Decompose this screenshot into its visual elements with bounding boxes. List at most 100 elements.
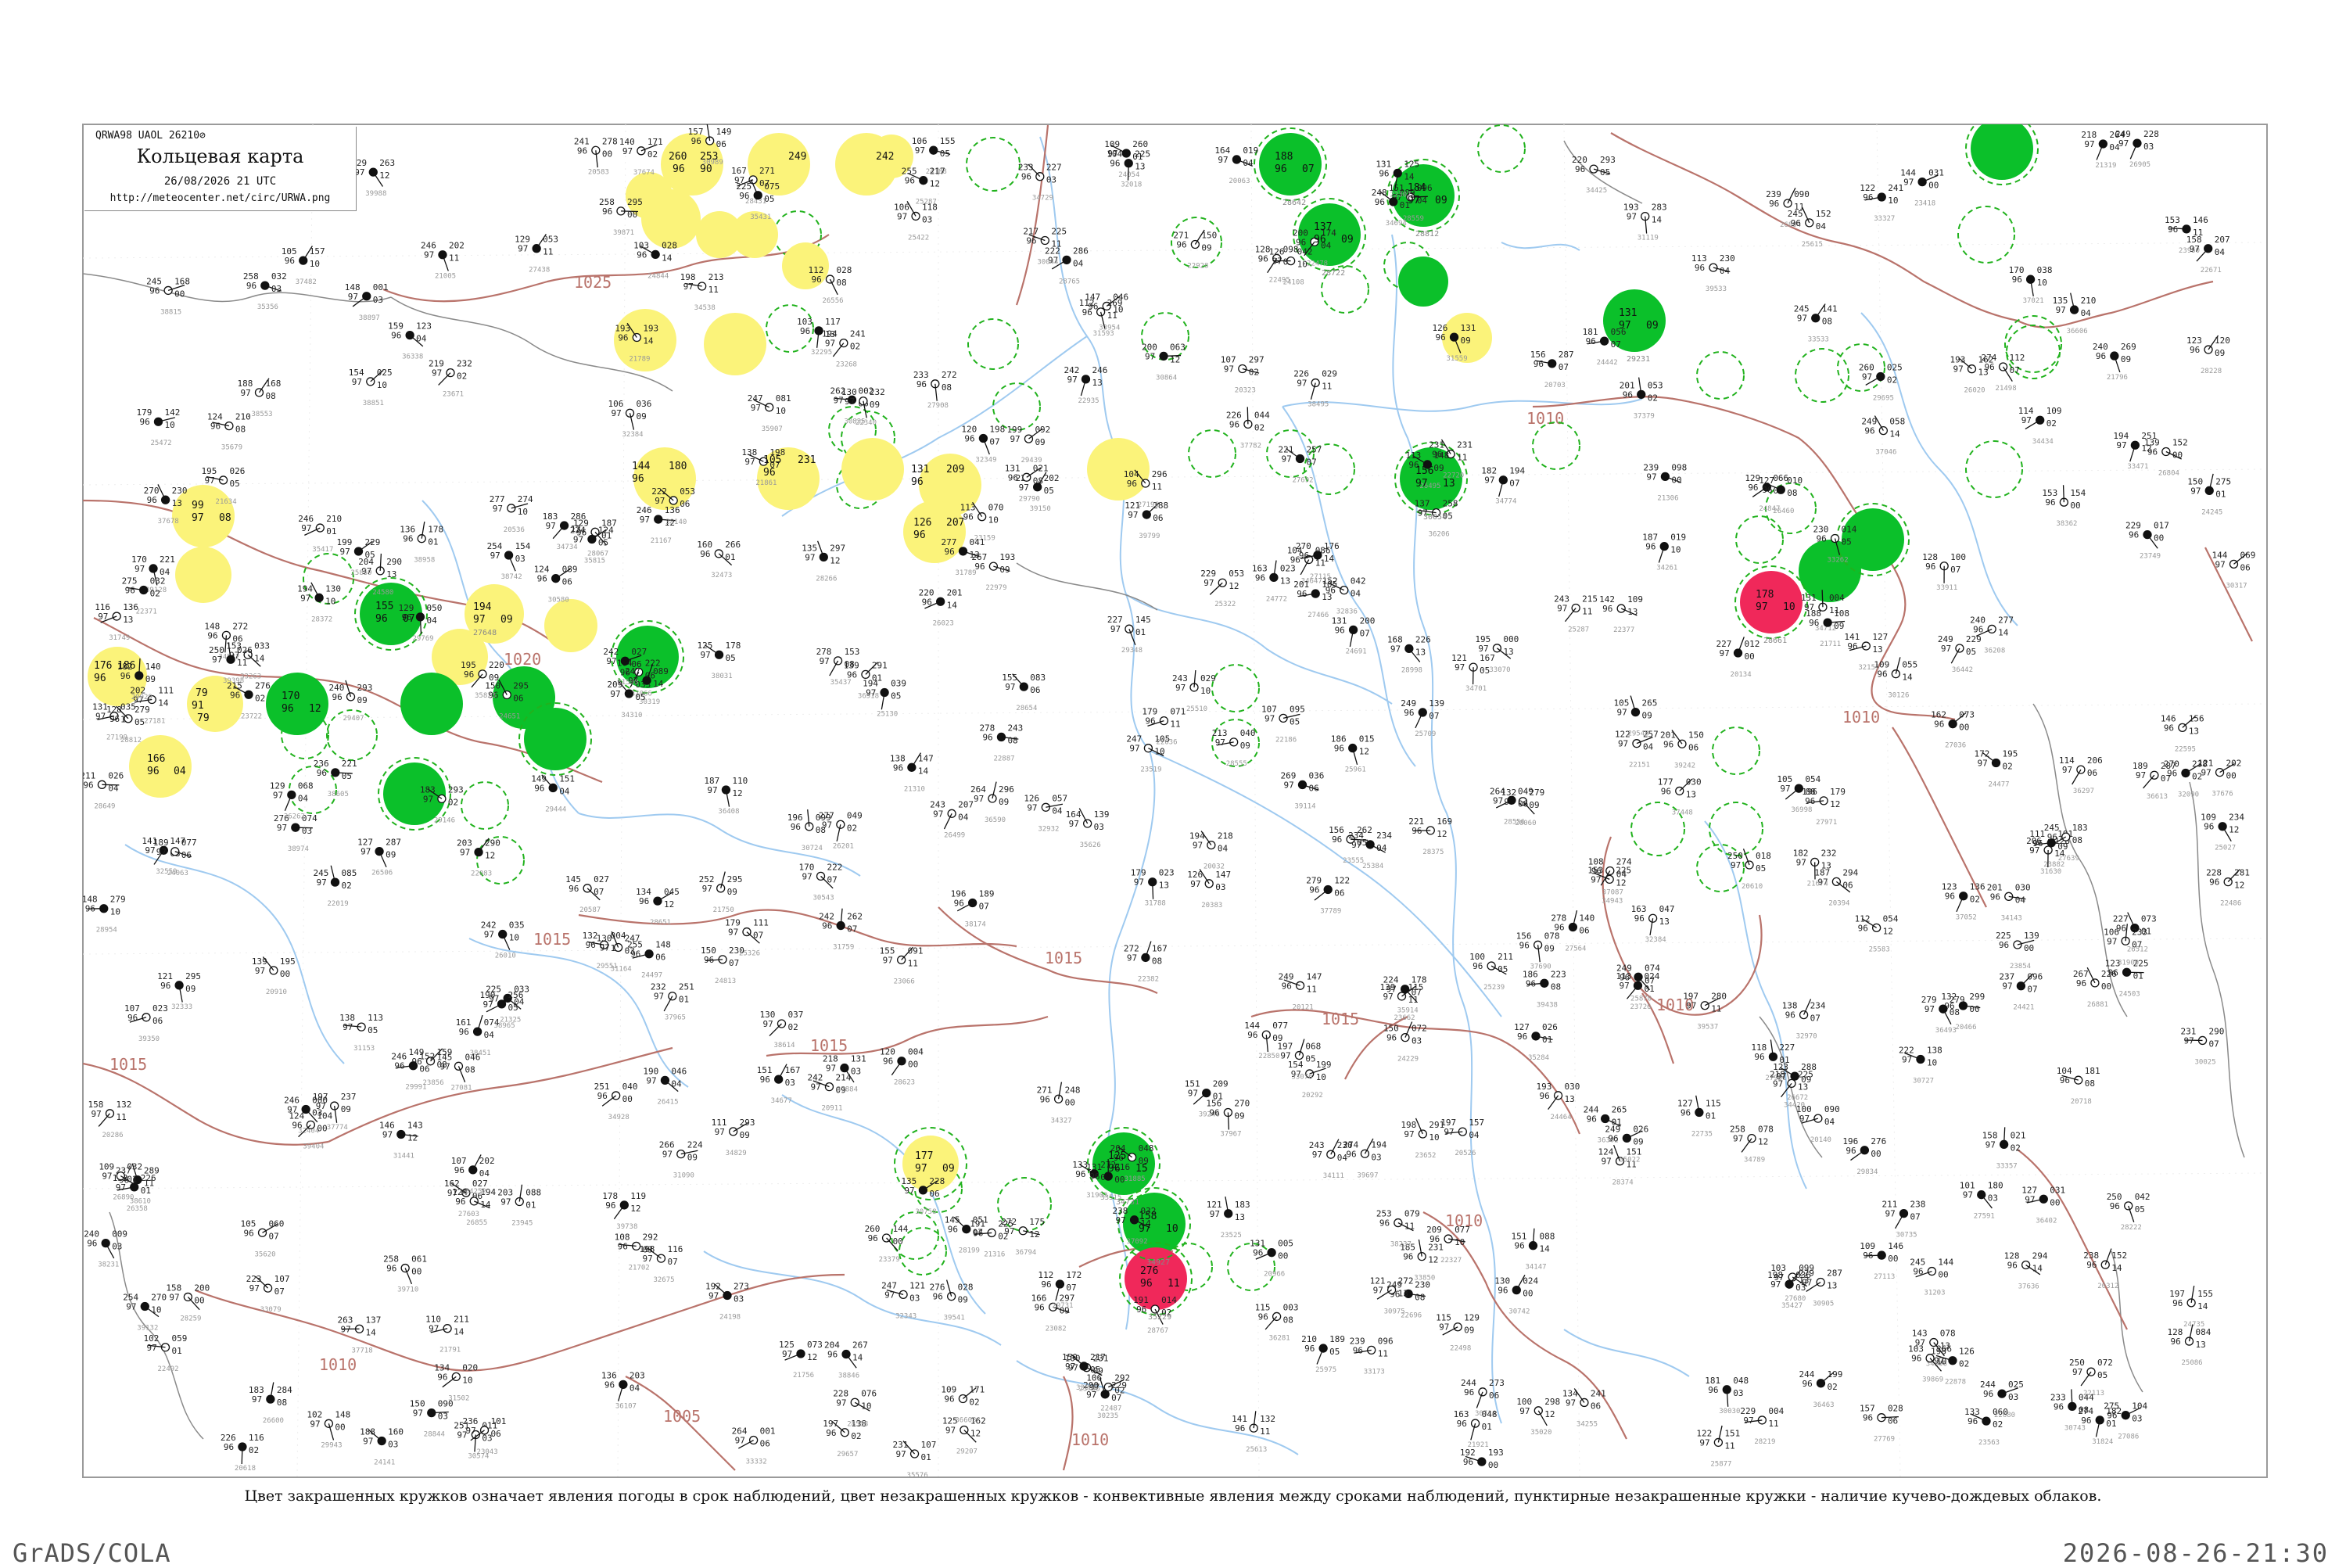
station-plot: 183972840826600 xyxy=(249,1382,292,1425)
station-figure: 031 xyxy=(2050,1185,2065,1195)
station-index: 23668 xyxy=(1474,1480,1495,1487)
station-index: 29146 xyxy=(434,816,455,824)
station-figure: 226 xyxy=(141,1173,156,1183)
station-index: 34829 xyxy=(726,1150,747,1157)
station-figure: 97 xyxy=(2116,440,2126,450)
station-plot: 245971410833533 xyxy=(1794,304,1838,344)
station-figure: 120 xyxy=(2215,335,2230,346)
station-figure: 96 xyxy=(1229,419,1239,429)
station-figure: 10 xyxy=(1888,196,1898,206)
station-plot: 264972960936590 xyxy=(970,782,1014,824)
station-figure: 10 xyxy=(2037,278,2047,288)
station-index: 26506 xyxy=(371,870,393,877)
station-figure: 08 xyxy=(1152,956,1162,966)
station-index: 20526 xyxy=(1455,1150,1476,1157)
station-index: 23563 xyxy=(1978,1439,2000,1447)
station-figure: 171 xyxy=(969,1384,985,1394)
station-figure: 233 xyxy=(2132,927,2147,937)
station-figure: 96 xyxy=(704,955,714,965)
station-index: 24108 xyxy=(1283,279,1304,287)
station-figure: 231 xyxy=(1428,1243,1444,1253)
station-figure: 060 xyxy=(269,1218,285,1229)
station-index: 20286 xyxy=(102,1132,123,1139)
station-press: 231 xyxy=(798,454,816,466)
station-figure: 189 xyxy=(1329,1334,1345,1344)
station-figure: 96 xyxy=(2190,345,2200,355)
station-figure: 021 xyxy=(2011,1130,2026,1140)
station-figure: 00 xyxy=(1969,1004,1979,1014)
station-index: 26855 xyxy=(466,1219,487,1227)
station-figure: 181 xyxy=(2085,1066,2100,1076)
station-figure: 13 xyxy=(1565,1094,1575,1104)
station-figure: 024 xyxy=(1523,1276,1538,1286)
station-figure: 96 xyxy=(1762,485,1772,495)
station-plot: 238961521420312 xyxy=(2083,1249,2127,1291)
station-figure: 13 xyxy=(2196,1340,2206,1350)
station-index: 33332 xyxy=(746,1459,767,1466)
station-figure: 113 xyxy=(368,1013,383,1023)
station-index: 20140 xyxy=(1810,1136,1831,1144)
station-index: 33070 xyxy=(1489,666,1510,674)
station-figure: 08 xyxy=(465,1064,475,1075)
station-figure: 11 xyxy=(237,658,247,668)
station-figure: 168 xyxy=(265,379,281,389)
station-figure: 151 xyxy=(559,773,575,784)
station-index: 20312 xyxy=(2097,1283,2118,1290)
station-figure: 96 xyxy=(292,1120,302,1130)
station-index: 35020 xyxy=(1530,1429,1551,1437)
station-figure: 11 xyxy=(1711,1004,1721,1014)
station-figure: 13 xyxy=(571,524,581,534)
station-figure: 123 xyxy=(416,321,432,332)
station-figure: 227 xyxy=(1046,163,1062,173)
station-plot: 226961160220618 xyxy=(221,1433,264,1473)
station-index: 21711 xyxy=(1820,640,1841,648)
station-figure: 97 xyxy=(883,955,893,965)
station-plot: 277972741020536 xyxy=(490,494,533,534)
station-figure: 97 xyxy=(2025,1194,2035,1204)
station-figure: 11 xyxy=(1457,453,1467,463)
station-dew: 96 xyxy=(94,673,106,684)
station-plot: 127961150122735 xyxy=(1677,1096,1721,1139)
station-figure: 00 xyxy=(335,1422,345,1432)
station-figure: 13 xyxy=(1686,789,1696,799)
station-figure: 155 xyxy=(940,136,956,146)
station-figure: 96 xyxy=(1346,1149,1356,1159)
station-figure: 97 xyxy=(300,593,310,603)
station-temp: 131 xyxy=(911,464,929,475)
station-dew: 96 xyxy=(282,703,294,715)
render-timestamp: 2026-08-26-21:30 xyxy=(2063,1538,2329,1568)
station-index: 36493 xyxy=(1935,1027,1957,1035)
station-figure: 97 xyxy=(1444,1127,1454,1137)
station-index: 28219 xyxy=(1754,1438,1775,1446)
station-figure: 167 xyxy=(1480,653,1495,663)
station-plot: 186962230839438 xyxy=(1523,969,1566,1009)
station-figure: 96 xyxy=(1645,542,1655,552)
station-figure: 97 xyxy=(432,368,442,379)
station-figure: 04 xyxy=(1337,1153,1348,1163)
station-dew: 96 xyxy=(763,467,776,479)
source-url[interactable]: http://meteocenter.net/circ/URWA.png xyxy=(84,192,356,204)
station-figure: 218 xyxy=(1218,831,1233,841)
station-figure: 139 xyxy=(1094,809,1110,820)
station-plot: 201960530237379 xyxy=(1620,378,1663,421)
station-index: 39799 xyxy=(1139,533,1160,540)
weather-map[interactable]: 1025 1020 1015 1015 1015 1015 1015 1010 … xyxy=(0,0,2346,1564)
station-index: 25472 xyxy=(150,440,171,447)
station-figure: 139 xyxy=(2024,931,2039,941)
station-index: 31630 xyxy=(2040,868,2061,876)
station-figure: 05 xyxy=(230,479,240,489)
station-figure: 025 xyxy=(1887,362,1903,372)
station-figure: 11 xyxy=(908,958,918,968)
station-figure: 001 xyxy=(760,1426,776,1437)
station-figure: 138 xyxy=(1927,1046,1942,1056)
station-index: 29731 xyxy=(1052,1302,1073,1310)
station-plot: 128960841325086 xyxy=(2168,1325,2211,1368)
station-figure: 06 xyxy=(680,499,690,509)
station-index: 27564 xyxy=(1565,945,1586,953)
station-figure: 091 xyxy=(908,945,924,956)
station-index: 25877 xyxy=(1710,1460,1731,1468)
station-figure: 05 xyxy=(598,538,608,548)
station-figure: 03 xyxy=(1046,175,1056,185)
station-figure: 10 xyxy=(1936,1357,1946,1367)
station-index: 28654 xyxy=(1016,705,1037,712)
